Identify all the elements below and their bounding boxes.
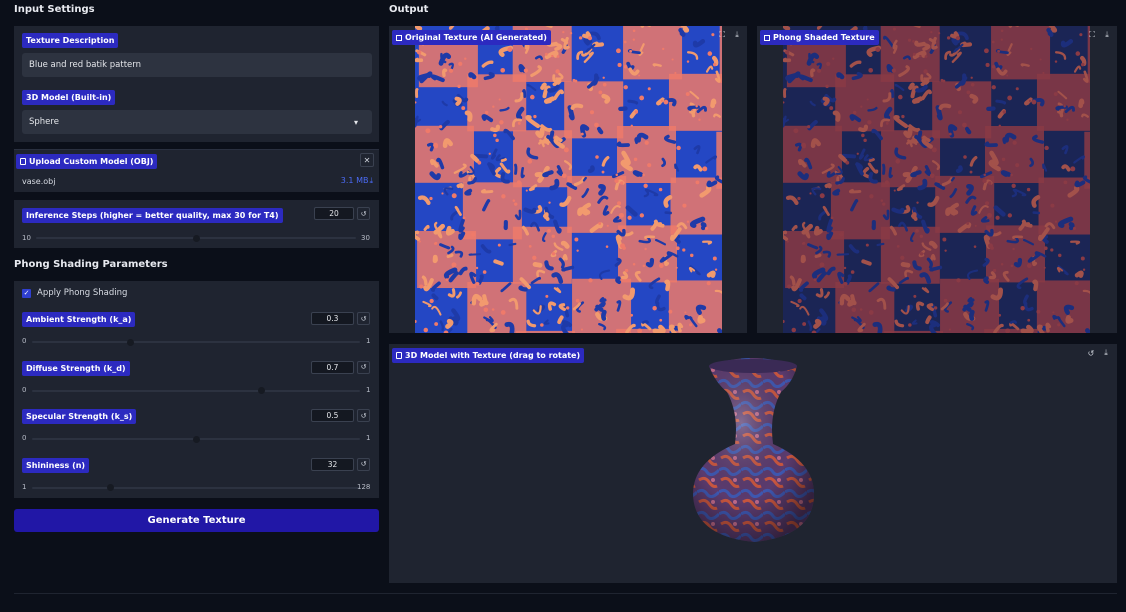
phong-slider-label: Shininess (n) [22,457,90,473]
phong-slider[interactable] [32,387,360,394]
inference-steps-max: 30 [361,234,370,242]
phong-slider-min: 0 [22,434,27,442]
slider-thumb[interactable] [126,338,134,346]
phong-texture-panel: Phong Shaded Texture ⛶ ⤓ [757,26,1117,333]
phong-slider-row: Ambient Strength (k_a) 0.3 ↺ 0 1 [14,310,379,356]
original-texture-image [415,26,722,333]
upload-label: Upload Custom Model (OBJ) [16,154,158,169]
inference-steps-min: 10 [22,234,31,242]
phong-slider-label: Specular Strength (k_s) [22,409,137,424]
phong-slider[interactable] [32,338,360,346]
chevron-down-icon: ▾ [353,117,358,127]
inference-steps-input[interactable]: 20 [314,207,354,220]
inference-steps-label: Inference Steps (higher = better quality… [22,208,283,223]
phong-heading: Phong Shading Parameters [14,259,168,270]
upload-label-text: Upload Custom Model (OBJ) [29,157,154,166]
phong-slider-input[interactable]: 0.5 [311,409,354,422]
uploaded-file-name[interactable]: vase.obj [22,177,55,186]
model-select-label: 3D Model (Built-in) [22,90,116,105]
phong-slider-max: 1 [366,337,371,345]
phong-slider-label: Diffuse Strength (k_d) [22,360,130,376]
phong-slider-row: Specular Strength (k_s) 0.5 ↺ 0 1 [14,407,379,453]
apply-phong-label: Apply Phong Shading [37,288,128,298]
original-texture-panel: Original Texture (AI Generated) ⛶ ⤓ [389,26,747,333]
output-heading: Output [389,4,429,15]
phong-slider-input[interactable]: 32 [311,457,354,471]
model-select[interactable]: Sphere ▾ [22,110,372,134]
input-settings-heading: Input Settings [14,4,95,15]
slider-thumb[interactable] [192,435,200,443]
reset-icon[interactable]: ↺ [357,207,370,220]
phong-slider-input[interactable]: 0.3 [311,312,354,325]
file-icon [20,158,26,165]
phong-slider-row: Diffuse Strength (k_d) 0.7 ↺ 0 1 [14,359,379,405]
model-viewer-panel[interactable]: 3D Model with Texture (drag to rotate) ↺… [389,344,1117,583]
phong-slider[interactable] [32,435,360,443]
uploaded-file-size[interactable]: 3.1 MB ⤓ [341,176,373,186]
checkbox-check-icon[interactable]: ✓ [22,288,31,298]
download-icon: ⤓ [369,176,373,185]
phong-panel: ✓ Apply Phong Shading Ambient Strength (… [14,281,379,498]
inference-steps-slider[interactable] [36,234,356,242]
phong-slider-label: Ambient Strength (k_a) [22,312,136,327]
vase-model[interactable] [389,344,1117,583]
texture-settings-panel: Texture Description Blue and red batik p… [14,26,379,142]
upload-panel: Upload Custom Model (OBJ) ✕ vase.obj 3.1… [14,149,379,192]
reset-icon[interactable]: ↺ [357,360,370,374]
phong-slider-max: 128 [357,482,371,491]
phong-slider-min: 1 [22,482,27,491]
phong-slider-row: Shininess (n) 32 ↺ 1 128 [14,456,379,502]
texture-description-input[interactable]: Blue and red batik pattern [22,53,372,77]
phong-slider[interactable] [32,484,360,491]
image-icon [764,34,770,41]
inference-steps-panel: Inference Steps (higher = better quality… [14,200,379,248]
download-icon[interactable]: ⤓ [1101,29,1113,41]
reset-icon[interactable]: ↺ [357,312,370,325]
texture-description-value: Blue and red batik pattern [29,60,141,70]
phong-slider-input[interactable]: 0.7 [311,360,354,374]
image-icon [396,34,402,41]
generate-texture-button[interactable]: Generate Texture [14,509,379,532]
reset-icon[interactable]: ↺ [357,409,370,422]
phong-slider-min: 0 [22,385,27,394]
fullscreen-icon[interactable]: ⛶ [716,29,728,41]
apply-phong-checkbox[interactable]: ✓ Apply Phong Shading [22,288,127,298]
phong-slider-max: 1 [366,434,371,442]
texture-description-label: Texture Description [22,33,119,48]
download-icon[interactable]: ⤓ [731,29,743,41]
phong-slider-min: 0 [22,337,27,345]
close-icon[interactable]: ✕ [360,153,374,167]
phong-texture-image [783,26,1090,333]
phong-slider-max: 1 [366,385,371,394]
original-texture-label: Original Texture (AI Generated) [392,30,551,45]
slider-thumb[interactable] [258,387,266,394]
vase-shape[interactable] [693,358,814,542]
bottom-divider [14,593,1117,594]
slider-thumb[interactable] [107,484,115,491]
fullscreen-icon[interactable]: ⛶ [1086,29,1098,41]
phong-texture-label: Phong Shaded Texture [760,30,879,45]
reset-icon[interactable]: ↺ [357,457,370,471]
slider-thumb[interactable] [192,234,200,242]
model-select-value: Sphere [29,117,59,127]
